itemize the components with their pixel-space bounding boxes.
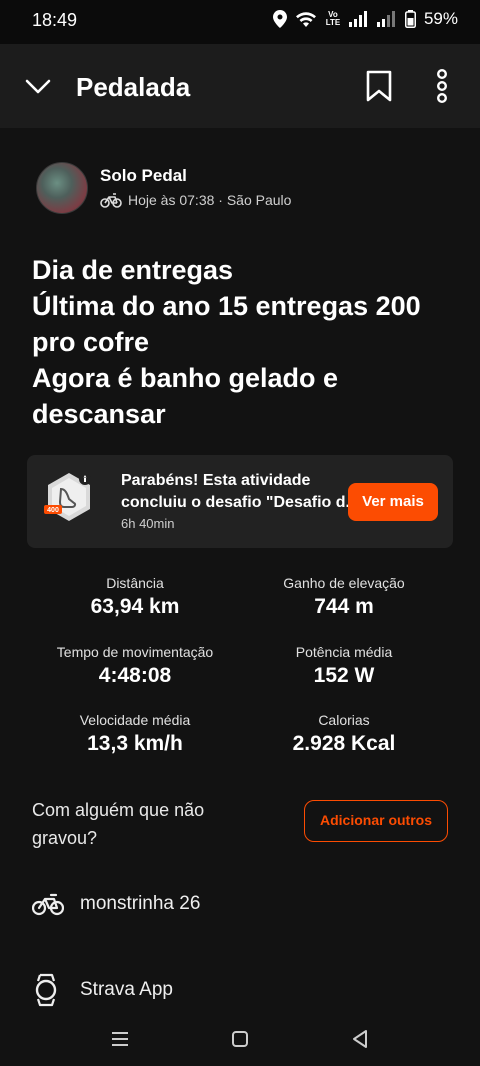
activity-title-line: descansar (32, 399, 166, 429)
status-icons: Vo LTE 59% (272, 9, 458, 29)
stat-label: Distância (106, 575, 164, 591)
challenge-text: Parabéns! Esta atividade concluiu o desa… (121, 470, 371, 514)
stat-value: 63,94 km (90, 595, 180, 618)
activity-meta: Hoje às 07:38 · São Paulo (100, 192, 291, 208)
stat-power: Potência média 152 W (229, 644, 459, 688)
status-time: 18:49 (32, 10, 78, 30)
challenge-card[interactable]: 400 Parabéns! Esta atividade concluiu o … (27, 455, 453, 548)
activity-title-line: Agora é banho gelado e (32, 363, 339, 393)
recents-icon[interactable] (105, 1024, 135, 1054)
challenge-line-1: Parabéns! Esta atividade (121, 472, 311, 489)
stat-elevation: Ganho de elevação 744 m (229, 575, 459, 619)
add-others-button[interactable]: Adicionar outros (304, 800, 448, 842)
challenge-line-2: concluiu o desafio "Desafio d... (121, 494, 359, 511)
athlete-name[interactable]: Solo Pedal (100, 166, 187, 186)
stat-value: 152 W (313, 664, 375, 687)
stat-value: 13,3 km/h (87, 732, 183, 755)
watch-icon (35, 973, 57, 1007)
app-bar: Pedalada (0, 44, 480, 128)
group-question: Com alguém que não gravou? (32, 800, 205, 848)
device-row: Strava App (32, 972, 173, 1008)
bike-icon (100, 193, 122, 208)
badge-label: 400 (47, 507, 59, 514)
stat-label: Tempo de movimentação (56, 644, 214, 660)
stat-moving-time: Tempo de movimentação 4:48:08 (20, 644, 250, 688)
stat-label: Velocidade média (79, 712, 191, 728)
more-options-icon[interactable] (430, 68, 454, 104)
bike-icon (32, 893, 64, 916)
signal-2-icon (376, 11, 395, 27)
stat-value: 4:48:08 (98, 664, 172, 687)
stat-value: 2.928 Kcal (292, 732, 396, 755)
challenge-duration: 6h 40min (121, 516, 175, 531)
system-nav-bar (0, 1012, 480, 1066)
stat-calories: Calorias 2.928 Kcal (229, 712, 459, 756)
avatar[interactable] (36, 162, 88, 214)
stat-distance: Distância 63,94 km (20, 575, 250, 619)
battery-percent: 59% (423, 9, 458, 28)
wifi-icon (295, 12, 316, 27)
home-icon[interactable] (225, 1024, 255, 1054)
stat-label: Ganho de elevação (283, 575, 405, 591)
challenge-badge-icon: 400 (44, 473, 91, 521)
activity-title-line: Última do ano 15 entregas 200 (32, 291, 421, 321)
activity-date-location: Hoje às 07:38 · São Paulo (128, 192, 292, 208)
signal-icon (348, 11, 367, 27)
gear-row[interactable]: monstrinha 26 (32, 892, 200, 916)
gear-name: monstrinha 26 (80, 893, 201, 914)
stat-value: 744 m (314, 595, 374, 618)
stat-label: Calorias (318, 712, 370, 728)
battery-icon (404, 10, 416, 28)
chevron-down-icon[interactable] (24, 74, 52, 98)
stat-speed: Velocidade média 13,3 km/h (20, 712, 250, 756)
location-icon (272, 10, 287, 28)
stat-label: Potência média (295, 644, 393, 660)
activity-title: Dia de entregas Última do ano 15 entrega… (32, 252, 452, 432)
ver-mais-button[interactable]: Ver mais (348, 483, 438, 521)
volte-indicator: Vo LTE (325, 10, 341, 27)
status-bar: 18:49 Vo LTE 59% (0, 0, 480, 44)
bookmark-icon[interactable] (364, 70, 394, 102)
activity-title-line: pro cofre (32, 327, 150, 357)
activity-title-line: Dia de entregas (32, 255, 234, 285)
page-title: Pedalada (76, 72, 191, 102)
back-icon[interactable] (345, 1024, 375, 1054)
device-name: Strava App (80, 979, 173, 1000)
